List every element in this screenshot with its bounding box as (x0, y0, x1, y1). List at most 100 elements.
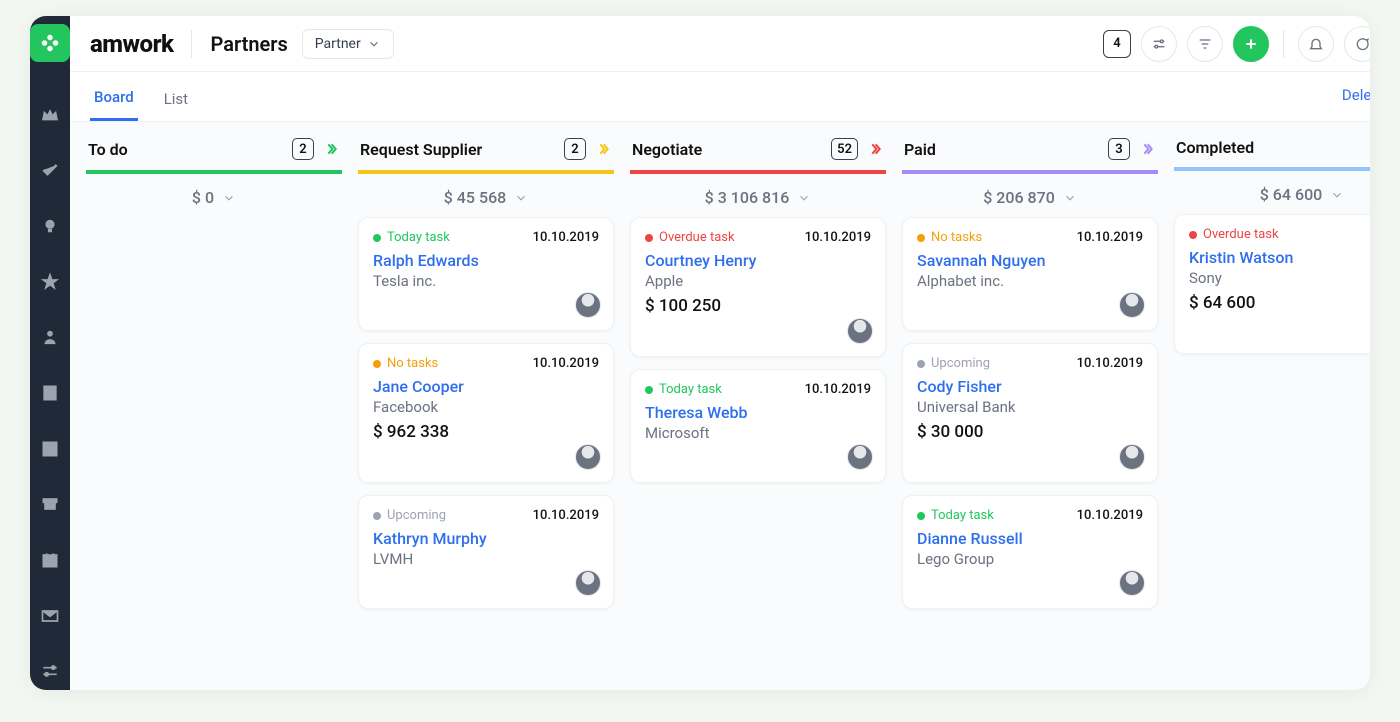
card-contact-name: Jane Cooper (373, 377, 599, 396)
card-status: No tasks (917, 230, 982, 245)
assignee-avatar[interactable] (575, 444, 601, 470)
delete-demo-link[interactable]: Delete demo (1342, 86, 1370, 116)
chevron-right-icon[interactable] (594, 140, 612, 158)
card-company: Apple (645, 272, 871, 290)
building-icon[interactable] (30, 374, 70, 412)
chevron-down-icon (367, 37, 381, 51)
card-company: Microsoft (645, 424, 871, 442)
card-amount: $ 100 250 (645, 296, 871, 316)
assignee-avatar[interactable] (575, 570, 601, 596)
settings-button[interactable] (1141, 26, 1177, 62)
card-date: 10.10.2019 (1077, 356, 1143, 371)
deal-card[interactable]: Overdue task 10.10.2019 Courtney Henry Appl… (630, 217, 886, 357)
column-total[interactable]: $ 206 870 (902, 174, 1158, 217)
cards-list: Overdue taskKristin WatsonSony$ 64 600 (1174, 214, 1370, 354)
play-square-icon[interactable] (30, 430, 70, 468)
assignee-avatar[interactable] (847, 444, 873, 470)
chat-button[interactable] (1344, 26, 1370, 62)
column-title: Completed (1176, 138, 1254, 157)
brand-name: amwork (90, 30, 173, 58)
add-button[interactable] (1233, 26, 1269, 62)
filter-button[interactable] (1187, 26, 1223, 62)
card-date: 10.10.2019 (805, 382, 871, 397)
chevron-right-icon[interactable] (322, 140, 340, 158)
column-total[interactable]: $ 0 (86, 174, 342, 217)
card-status: Upcoming (917, 356, 990, 371)
crown-icon[interactable] (30, 96, 70, 134)
card-contact-name: Courtney Henry (645, 251, 871, 270)
card-company: LVMH (373, 550, 599, 568)
notifications-button[interactable] (1298, 26, 1334, 62)
count-badge[interactable]: 4 (1103, 30, 1131, 58)
card-amount: $ 64 600 (1189, 293, 1370, 313)
chevron-right-icon[interactable] (866, 140, 884, 158)
card-contact-name: Kathryn Murphy (373, 529, 599, 548)
assignee-avatar[interactable] (1119, 570, 1145, 596)
column-header: Completed (1174, 134, 1370, 171)
columns-container: To do2$ 0Request Supplier2$ 45 568Today … (70, 122, 1370, 690)
column-total[interactable]: $ 64 600 (1174, 171, 1370, 214)
column-count: 2 (292, 138, 314, 160)
lightbulb-icon[interactable] (30, 207, 70, 245)
assignee-avatar[interactable] (575, 292, 601, 318)
kanban-board: To do2$ 0Request Supplier2$ 45 568Today … (70, 122, 1370, 690)
column-header: Request Supplier 2 (358, 134, 614, 174)
person-icon[interactable] (30, 318, 70, 356)
app-logo[interactable] (30, 24, 70, 62)
deal-card[interactable]: Overdue taskKristin WatsonSony$ 64 600 (1174, 214, 1370, 354)
topbar-actions: 4 (1103, 26, 1370, 62)
deal-card[interactable]: No tasks 10.10.2019 Jane Cooper Facebook $ 9… (358, 343, 614, 483)
divider (191, 30, 192, 58)
card-date: 10.10.2019 (805, 230, 871, 245)
section-title: Partners (210, 32, 287, 56)
card-date: 10.10.2019 (1077, 508, 1143, 523)
deal-card[interactable]: Today task 10.10.2019 Theresa Webb Microsof… (630, 369, 886, 483)
card-amount: $ 962 338 (373, 422, 599, 442)
deal-card[interactable]: Upcoming10.10.2019Kathryn MurphyLVMH (358, 495, 614, 609)
archive-icon[interactable] (30, 485, 70, 523)
card-contact-name: Theresa Webb (645, 403, 871, 422)
card-status: Overdue task (645, 230, 735, 245)
mail-icon[interactable] (30, 597, 70, 635)
column-header: Negotiate52 (630, 134, 886, 174)
topbar: amwork Partners Partner 4 (70, 16, 1370, 72)
tab-list[interactable]: List (160, 82, 192, 120)
deal-card[interactable]: Today task10.10.2019Dianne RussellLego G… (902, 495, 1158, 609)
column-todo: To do2$ 0 (86, 134, 342, 670)
card-status: Today task (373, 230, 450, 245)
partner-dropdown[interactable]: Partner (302, 29, 394, 59)
assignee-avatar[interactable] (1119, 444, 1145, 470)
star-icon[interactable] (30, 263, 70, 301)
card-date: 10.10.2019 (533, 356, 599, 371)
tab-board[interactable]: Board (90, 80, 138, 121)
card-status: No tasks (373, 356, 438, 371)
card-date: 10.10.2019 (1077, 230, 1143, 245)
card-status: Today task (645, 382, 722, 397)
column-total[interactable]: $ 45 568 (358, 174, 614, 217)
card-company: Alphabet inc. (917, 272, 1143, 290)
deal-card[interactable]: No tasks10.10.2019Savannah NguyenAlphabe… (902, 217, 1158, 331)
column-header: To do2 (86, 134, 342, 174)
deal-card[interactable]: Upcoming10.10.2019Cody FisherUniversal B… (902, 343, 1158, 483)
cards-list: Today task 10.10.2019 Ralph Edwards Tesla i… (358, 217, 614, 609)
column-title: Request Supplier (360, 140, 482, 159)
column-count: 2 (564, 138, 586, 160)
view-tabs: Board List Delete demo (70, 72, 1370, 122)
card-contact-name: Ralph Edwards (373, 251, 599, 270)
calendar-icon[interactable] (30, 541, 70, 579)
card-date: 10.10.2019 (533, 230, 599, 245)
assignee-avatar[interactable] (847, 318, 873, 344)
divider (1283, 30, 1284, 58)
chevron-right-icon[interactable] (1138, 140, 1156, 158)
column-total[interactable]: $ 3 106 816 (630, 174, 886, 217)
card-company: Tesla inc. (373, 272, 599, 290)
column-count: 52 (831, 138, 858, 160)
card-company: Universal Bank (917, 398, 1143, 416)
column-request: Request Supplier 2 $ 45 568 Today task 10.10… (358, 134, 614, 670)
deal-card[interactable]: Today task 10.10.2019 Ralph Edwards Tesla i… (358, 217, 614, 331)
card-company: Facebook (373, 398, 599, 416)
assignee-avatar[interactable] (1119, 292, 1145, 318)
sliders-icon[interactable] (30, 652, 70, 690)
card-amount: $ 30 000 (917, 422, 1143, 442)
check-icon[interactable] (30, 151, 70, 189)
